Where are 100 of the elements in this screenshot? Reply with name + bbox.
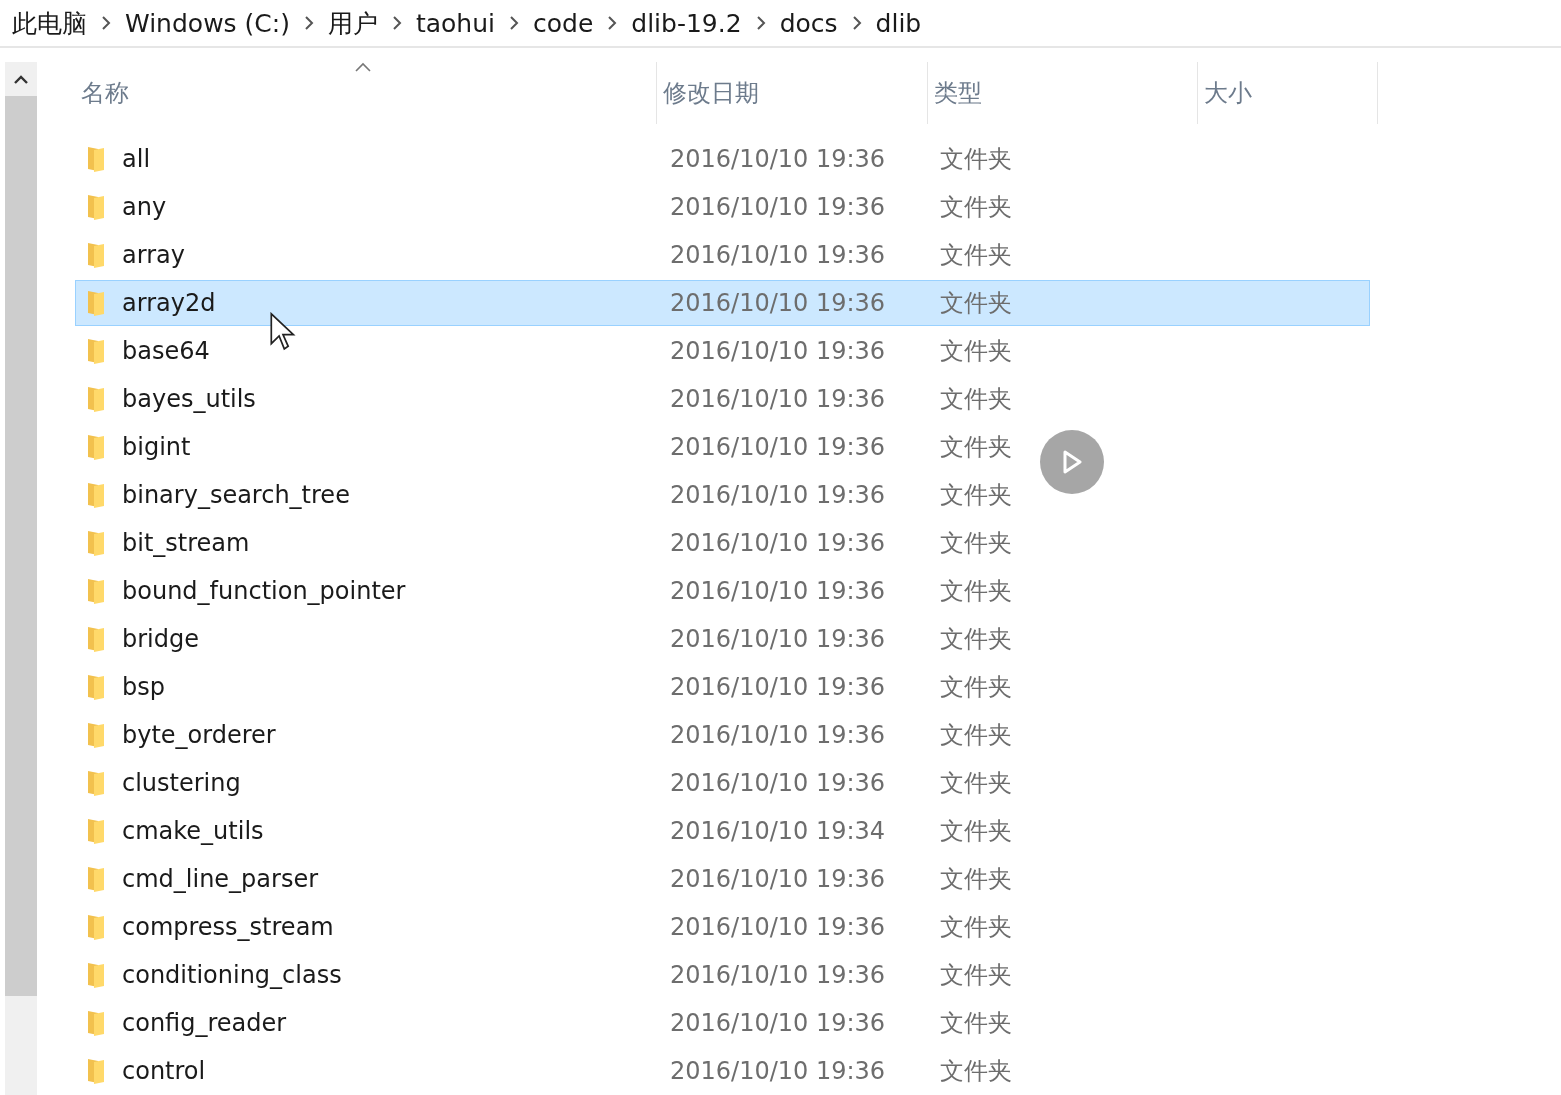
- file-name: conditioning_class: [122, 961, 342, 989]
- file-name: bit_stream: [122, 529, 250, 557]
- file-name: bigint: [122, 433, 191, 461]
- modified-date: 2016/10/10 19:36: [669, 625, 887, 653]
- file-type: 文件夹: [939, 288, 1012, 319]
- file-name: binary_search_tree: [122, 481, 350, 509]
- file-type: 文件夹: [939, 960, 1012, 991]
- breadcrumb-item[interactable]: docs: [779, 8, 838, 38]
- file-type: 文件夹: [939, 144, 1012, 175]
- breadcrumb-item[interactable]: 此电脑: [12, 6, 87, 40]
- file-name: bayes_utils: [122, 385, 256, 413]
- file-type: 文件夹: [939, 480, 1012, 511]
- modified-date: 2016/10/10 19:36: [669, 241, 887, 269]
- modified-date: 2016/10/10 19:36: [669, 433, 887, 461]
- file-row[interactable]: cmd_line_parser 2016/10/10 19:36 文件夹: [75, 856, 1370, 902]
- file-row[interactable]: compress_stream 2016/10/10 19:36 文件夹: [75, 904, 1370, 950]
- file-name: array2d: [122, 289, 216, 317]
- file-type: 文件夹: [939, 672, 1012, 703]
- file-row[interactable]: bsp 2016/10/10 19:36 文件夹: [75, 664, 1370, 710]
- file-type: 文件夹: [939, 912, 1012, 943]
- file-type: 文件夹: [939, 336, 1012, 367]
- file-name: base64: [122, 337, 210, 365]
- modified-date: 2016/10/10 19:36: [669, 961, 887, 989]
- modified-date: 2016/10/10 19:36: [669, 193, 887, 221]
- file-row[interactable]: bigint 2016/10/10 19:36 文件夹: [75, 424, 1370, 470]
- breadcrumb-item[interactable]: code: [533, 8, 594, 38]
- modified-date: 2016/10/10 19:36: [669, 145, 887, 173]
- folder-icon: [86, 721, 106, 749]
- folder-icon: [86, 433, 106, 461]
- file-name: control: [122, 1057, 206, 1085]
- chevron-icon[interactable]: [101, 16, 111, 30]
- column-header[interactable]: 大小: [1198, 62, 1378, 124]
- file-type: 文件夹: [939, 240, 1012, 271]
- chevron-icon[interactable]: [509, 16, 519, 30]
- modified-date: 2016/10/10 19:36: [669, 721, 887, 749]
- folder-icon: [86, 241, 106, 269]
- modified-date: 2016/10/10 19:36: [669, 337, 887, 365]
- chevron-icon[interactable]: [391, 16, 402, 30]
- breadcrumb-item[interactable]: Windows (C:): [125, 8, 290, 38]
- file-name: bridge: [122, 625, 199, 653]
- file-row[interactable]: bridge 2016/10/10 19:36 文件夹: [75, 616, 1370, 662]
- breadcrumb-item[interactable]: dlib: [875, 8, 922, 38]
- file-row[interactable]: cmake_utils 2016/10/10 19:34 文件夹: [75, 808, 1370, 854]
- file-row[interactable]: bound_function_pointer 2016/10/10 19:36 文件夹: [75, 568, 1370, 614]
- file-row[interactable]: config_reader 2016/10/10 19:36 文件夹: [75, 1000, 1370, 1046]
- cursor-icon: [270, 312, 296, 352]
- file-row[interactable]: conditioning_class 2016/10/10 19:36 文件夹: [75, 952, 1370, 998]
- chevron-icon[interactable]: [755, 16, 766, 30]
- file-row[interactable]: byte_orderer 2016/10/10 19:36 文件夹: [75, 712, 1370, 758]
- modified-date: 2016/10/10 19:36: [669, 481, 887, 509]
- column-header[interactable]: 名称: [75, 62, 657, 124]
- modified-date: 2016/10/10 19:36: [669, 769, 887, 797]
- file-type: 文件夹: [939, 576, 1012, 607]
- file-name: any: [122, 193, 167, 221]
- file-name: all: [122, 145, 151, 173]
- modified-date: 2016/10/10 19:36: [669, 1009, 887, 1037]
- column-header[interactable]: 类型: [928, 62, 1198, 124]
- file-name: bsp: [122, 673, 165, 701]
- modified-date: 2016/10/10 19:36: [669, 289, 887, 317]
- file-row[interactable]: all 2016/10/10 19:36 文件夹: [75, 136, 1370, 182]
- folder-icon: [86, 577, 106, 605]
- breadcrumb-item[interactable]: taohui: [415, 8, 495, 38]
- chevron-icon[interactable]: [303, 16, 314, 30]
- file-type: 文件夹: [939, 768, 1012, 799]
- file-type: 文件夹: [939, 528, 1012, 559]
- file-row[interactable]: array 2016/10/10 19:36 文件夹: [75, 232, 1370, 278]
- file-name: config_reader: [122, 1009, 287, 1037]
- breadcrumb-item[interactable]: dlib-19.2: [631, 8, 742, 38]
- file-type: 文件夹: [939, 624, 1012, 655]
- file-type: 文件夹: [939, 864, 1012, 895]
- folder-icon: [86, 961, 106, 989]
- file-row[interactable]: any 2016/10/10 19:36 文件夹: [75, 184, 1370, 230]
- file-type: 文件夹: [939, 720, 1012, 751]
- breadcrumb-item[interactable]: 用户: [327, 6, 378, 40]
- folder-icon: [86, 769, 106, 797]
- folder-icon: [86, 145, 106, 173]
- file-type: 文件夹: [939, 192, 1012, 223]
- chevron-icon[interactable]: [607, 16, 618, 30]
- modified-date: 2016/10/10 19:36: [669, 577, 887, 605]
- file-name: compress_stream: [122, 913, 334, 941]
- folder-icon: [86, 913, 106, 941]
- file-type: 文件夹: [939, 816, 1012, 847]
- file-row[interactable]: control 2016/10/10 19:36 文件夹: [75, 1048, 1370, 1094]
- modified-date: 2016/10/10 19:34: [669, 817, 887, 845]
- scroll-up-icon[interactable]: [13, 74, 29, 84]
- column-header[interactable]: 修改日期: [657, 62, 928, 124]
- file-name: clustering: [122, 769, 241, 797]
- folder-icon: [86, 1009, 106, 1037]
- file-row[interactable]: base64 2016/10/10 19:36 文件夹: [75, 328, 1370, 374]
- file-row[interactable]: bit_stream 2016/10/10 19:36 文件夹: [75, 520, 1370, 566]
- modified-date: 2016/10/10 19:36: [669, 673, 887, 701]
- file-name: cmd_line_parser: [122, 865, 319, 893]
- file-row[interactable]: binary_search_tree 2016/10/10 19:36 文件夹: [75, 472, 1370, 518]
- file-row[interactable]: clustering 2016/10/10 19:36 文件夹: [75, 760, 1370, 806]
- chevron-icon[interactable]: [851, 16, 862, 30]
- file-type: 文件夹: [939, 384, 1012, 415]
- file-row[interactable]: bayes_utils 2016/10/10 19:36 文件夹: [75, 376, 1370, 422]
- file-name: byte_orderer: [122, 721, 276, 749]
- modified-date: 2016/10/10 19:36: [669, 529, 887, 557]
- file-row[interactable]: array2d 2016/10/10 19:36 文件夹: [75, 280, 1370, 326]
